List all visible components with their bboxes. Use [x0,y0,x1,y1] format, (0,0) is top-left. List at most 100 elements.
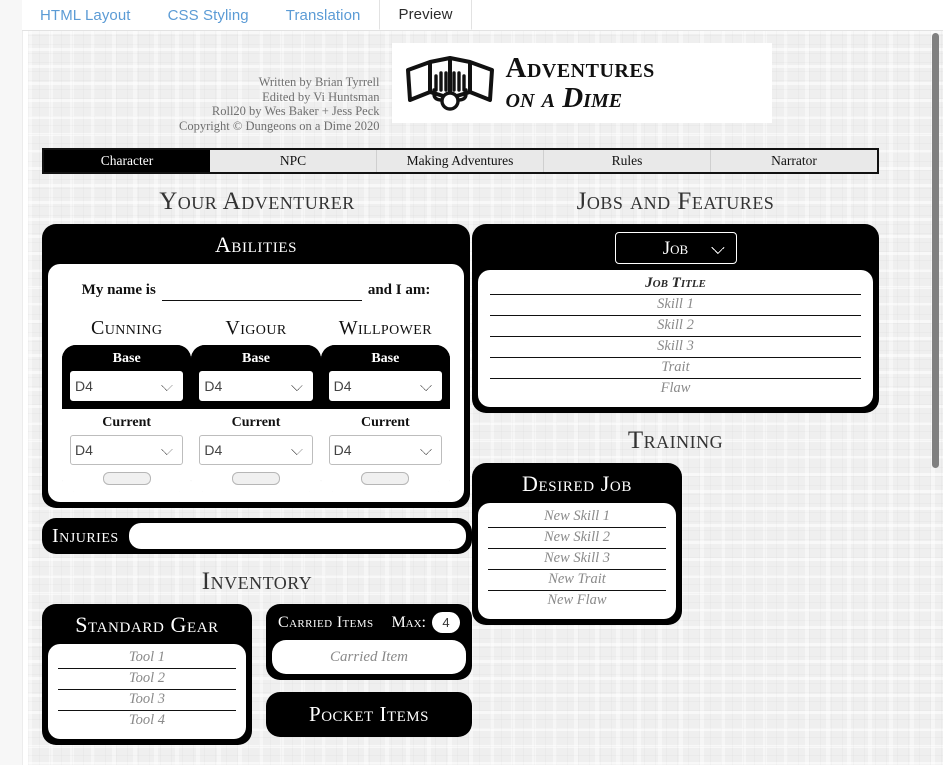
tab-preview[interactable]: Preview [379,0,472,30]
your-adventurer-title: Your Adventurer [159,188,355,215]
max-value-pill[interactable]: 4 [432,612,460,633]
injuries-label: Injuries [52,524,119,547]
job-title-row[interactable]: Job Title [490,274,861,295]
job-panel: Job Job Title Skill 1 Skill 2 Skill 3 Tr… [472,224,879,413]
editor-left-gutter [0,0,23,765]
ability-label-cunning: Cunning [90,317,163,339]
nav-tab-rules[interactable]: Rules [544,150,711,172]
vigour-current-select[interactable]: D4 [199,435,313,465]
injuries-panel: Injuries [42,518,472,554]
job-select-wrap: Job [478,230,873,270]
training-card: New Skill 1 New Skill 2 New Skill 3 New … [478,503,676,619]
nav-tab-character[interactable]: Character [44,150,210,172]
base-label-willpower: Base [371,351,400,366]
ability-stat-cunning: Cunning Base D4 Current D4 [62,317,192,492]
list-item[interactable]: Tool 2 [58,669,236,690]
standard-gear-column: Standard Gear Tool 1 Tool 2 Tool 3 Tool … [42,604,252,745]
list-item[interactable]: New Skill 3 [488,549,666,570]
vigour-base-select[interactable]: D4 [199,371,313,401]
carried-items-heading: Carried Items [278,613,374,631]
list-item[interactable]: New Trait [488,570,666,591]
tab-html-layout[interactable]: HTML Layout [22,0,150,30]
credit-line-copyright: Copyright © Dungeons on a Dime 2020 [179,118,380,133]
inventory-columns: Standard Gear Tool 1 Tool 2 Tool 3 Tool … [42,604,472,745]
credits-block: Written by Brian Tyrrell Edited by Vi Hu… [150,43,392,133]
list-item[interactable]: Trait [490,358,861,379]
right-column: Jobs and Features Job Job Title Skill 1 [472,174,879,745]
character-name-input[interactable] [161,282,362,301]
ability-stats-row: Cunning Base D4 Current D4 Vigour Base D… [60,303,452,492]
cunning-current-select[interactable]: D4 [70,435,184,465]
preview-scrollbar[interactable] [928,31,943,765]
ability-label-willpower: Willpower [338,317,432,339]
carried-items-column: Carried Items Max: 4 Carried Item Pocket… [266,604,472,737]
sheet-header: Written by Brian Tyrrell Edited by Vi Hu… [28,31,893,148]
logo-line-1: Adventures [505,52,655,84]
preview-canvas: Written by Brian Tyrrell Edited by Vi Hu… [28,31,943,765]
list-item[interactable]: New Skill 2 [488,528,666,549]
list-item[interactable]: Skill 1 [490,295,861,316]
willpower-base-select[interactable]: D4 [328,371,442,401]
name-line: My name is and I am: [60,274,452,303]
carried-items-panel: Carried Items Max: 4 Carried Item [266,604,472,680]
abilities-panel: Abilities My name is and I am: Cunning B… [42,224,470,508]
character-sheet: Written by Brian Tyrrell Edited by Vi Hu… [28,31,893,745]
tab-css-styling[interactable]: CSS Styling [150,0,268,30]
list-item[interactable]: Skill 2 [490,316,861,337]
job-card: Job Title Skill 1 Skill 2 Skill 3 Trait … [478,270,873,407]
job-list: Job Title Skill 1 Skill 2 Skill 3 Trait … [490,274,861,399]
editor-tab-bar: HTML Layout CSS Styling Translation Prev… [22,0,943,31]
ability-label-vigour: Vigour [225,317,287,339]
credit-line-written: Written by Brian Tyrrell [258,75,380,89]
base-label-vigour: Base [241,351,270,366]
list-item[interactable]: Tool 4 [58,711,236,731]
nav-tab-npc[interactable]: NPC [210,150,377,172]
sheet-columns: Your Adventurer Abilities My name is and… [28,174,893,745]
logo-line-2: on a Dime [505,82,623,114]
willpower-slider[interactable] [361,472,410,485]
carried-items-header: Carried Items Max: 4 [272,610,466,640]
max-label: Max: [391,613,426,631]
abilities-card: My name is and I am: Cunning Base D4 Cur… [48,264,464,502]
job-select[interactable]: Job [614,232,737,264]
cunning-base-select[interactable]: D4 [70,371,184,401]
current-label-willpower: Current [360,415,410,430]
list-item[interactable]: Tool 1 [58,648,236,669]
ability-stat-vigour: Vigour Base D4 Current D4 [191,317,321,492]
injuries-input[interactable] [128,523,466,549]
training-panel: Desired Job New Skill 1 New Skill 2 New … [472,463,682,625]
tab-translation[interactable]: Translation [268,0,380,30]
name-prefix-label: My name is [81,282,156,298]
logo-wordmark: Adventures on a Dime [500,53,766,113]
logo: Adventures on a Dime [391,43,772,123]
preview-scrollbar-thumb[interactable] [932,33,939,468]
sheet-nav: Character NPC Making Adventures Rules Na… [42,148,879,174]
credit-line-roll20: Roll20 by Wes Baker + Jess Peck [211,104,380,118]
standard-gear-list: Tool 1 Tool 2 Tool 3 Tool 4 [58,648,236,731]
list-item[interactable]: Flaw [490,379,861,399]
name-suffix-label: and I am: [367,282,431,298]
ability-stat-willpower: Willpower Base D4 Current D4 [320,317,450,492]
pocket-items-panel: Pocket Items [266,692,472,737]
standard-gear-heading: Standard Gear [75,612,219,637]
left-column: Your Adventurer Abilities My name is and… [42,174,472,745]
nav-tab-making-adventures[interactable]: Making Adventures [377,150,544,172]
current-label-cunning: Current [102,415,152,430]
current-label-vigour: Current [231,415,281,430]
list-item[interactable]: New Flaw [488,591,666,611]
pocket-items-heading: Pocket Items [309,702,429,726]
credit-line-edited: Edited by Vi Huntsman [262,89,380,104]
vigour-slider[interactable] [231,472,280,485]
cunning-slider[interactable] [102,472,151,485]
standard-gear-panel: Standard Gear Tool 1 Tool 2 Tool 3 Tool … [42,604,252,745]
app-root: HTML Layout CSS Styling Translation Prev… [0,0,943,765]
list-item[interactable]: New Skill 1 [488,507,666,528]
abilities-heading: Abilities [214,232,298,257]
nav-tab-narrator[interactable]: Narrator [711,150,877,172]
carried-item-slot[interactable]: Carried Item [272,640,466,674]
list-item[interactable]: Tool 3 [58,690,236,711]
desired-job-heading: Desired Job [522,471,632,496]
jobs-and-features-title: Jobs and Features [576,188,775,215]
list-item[interactable]: Skill 3 [490,337,861,358]
willpower-current-select[interactable]: D4 [328,435,442,465]
